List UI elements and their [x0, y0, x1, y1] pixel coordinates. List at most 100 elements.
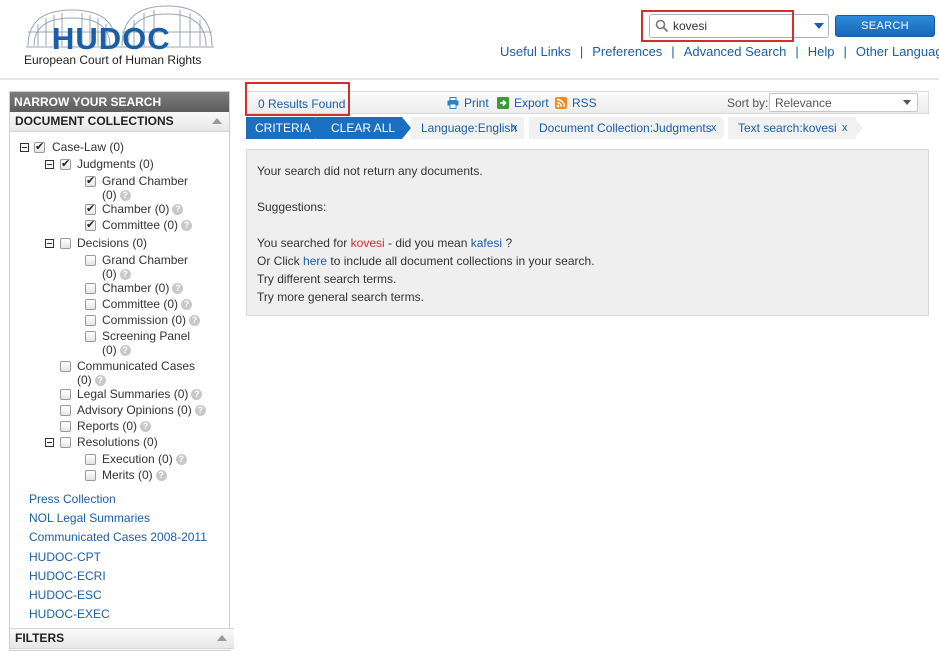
tree-label-resolutions-merits: Merits (0)?: [102, 468, 167, 482]
collapse-tree-icon[interactable]: [20, 143, 29, 152]
criteria-crumb-text-search: Text search:kovesi x: [728, 117, 856, 139]
print-button[interactable]: Print: [447, 96, 489, 110]
sort-label: Sort by:: [727, 96, 769, 110]
help-icon[interactable]: ?: [119, 190, 131, 202]
checkbox-legal-summaries[interactable]: [60, 389, 71, 400]
link-nol-legal-summaries[interactable]: NOL Legal Summaries: [29, 511, 150, 525]
tree-label-decisions-grand-chamber: Grand Chamber: [102, 253, 189, 267]
checkbox-case-law[interactable]: [34, 140, 45, 153]
suggestions-heading: Suggestions:: [257, 200, 327, 214]
export-button[interactable]: Export: [497, 96, 549, 110]
help-icon[interactable]: ?: [181, 220, 193, 232]
checkbox-judgments-grand-chamber[interactable]: [85, 174, 96, 187]
header-divider: [0, 78, 939, 80]
link-hudoc-exec[interactable]: HUDOC-EXEC: [29, 607, 110, 621]
help-icon[interactable]: ?: [172, 204, 184, 216]
checkbox-decisions-commission[interactable]: [85, 315, 96, 326]
remove-crumb-button[interactable]: x: [711, 117, 717, 139]
tree-label-decisions-chamber: Chamber (0)?: [102, 281, 184, 295]
nav-useful-links[interactable]: Useful Links: [500, 44, 571, 59]
search-button[interactable]: SEARCH: [835, 15, 935, 37]
suggestion-general-terms: Try more general search terms.: [257, 290, 424, 304]
did-you-mean-line: You searched for kovesi - did you mean k…: [257, 236, 513, 250]
nav-help[interactable]: Help: [808, 44, 835, 59]
help-icon[interactable]: ?: [172, 283, 184, 295]
checkbox-judgments-chamber[interactable]: [85, 202, 96, 215]
nav-separator: |: [795, 44, 799, 59]
checkbox-decisions-screening-panel[interactable]: [85, 331, 96, 342]
help-icon[interactable]: ?: [191, 389, 203, 401]
filters-title: FILTERS: [15, 631, 65, 645]
checkbox-reports[interactable]: [60, 421, 71, 432]
checkbox-judgments-committee[interactable]: [85, 218, 96, 231]
checkbox-resolutions-execution[interactable]: [85, 454, 96, 465]
tree-label-decisions-commission: Commission (0)?: [102, 313, 201, 327]
checkbox-advisory-opinions[interactable]: [60, 405, 71, 416]
collapse-tree-icon[interactable]: [45, 160, 54, 169]
clear-all-button[interactable]: CLEAR ALL: [316, 117, 402, 139]
help-icon[interactable]: ?: [119, 345, 131, 357]
crumb-label: Text search:kovesi: [738, 121, 837, 135]
link-hudoc-cpt[interactable]: HUDOC-CPT: [29, 550, 101, 564]
sort-select[interactable]: Relevance: [769, 93, 918, 112]
nav-separator: |: [579, 44, 584, 59]
link-hudoc-ecri[interactable]: HUDOC-ECRI: [29, 569, 106, 583]
rss-button[interactable]: RSS: [555, 96, 597, 110]
help-icon[interactable]: ?: [194, 405, 206, 417]
help-icon[interactable]: ?: [119, 269, 131, 281]
checkbox-decisions[interactable]: [60, 238, 71, 249]
help-icon[interactable]: ?: [140, 421, 152, 433]
remove-crumb-button[interactable]: x: [512, 117, 518, 139]
criteria-bar: CRITERIA CLEAR ALL Language:English x Do…: [246, 117, 929, 139]
help-icon[interactable]: ?: [94, 375, 106, 387]
collections-tree: Case-Law (0) Judgments (0) Grand Chamber…: [10, 92, 229, 492]
checkbox-decisions-committee[interactable]: [85, 299, 96, 310]
nav-separator: |: [843, 44, 847, 59]
tree-label-resolutions: Resolutions (0): [77, 435, 158, 449]
collapse-tree-icon[interactable]: [45, 438, 54, 447]
suggestion-link[interactable]: kafesi: [471, 236, 502, 250]
search-highlight-box: [641, 10, 794, 42]
searched-term: kovesi: [350, 236, 385, 250]
checkbox-communicated-cases[interactable]: [60, 361, 71, 372]
checkbox-resolutions-merits[interactable]: [85, 470, 96, 481]
print-label: Print: [464, 96, 489, 110]
tree-label-judgments: Judgments (0): [77, 157, 154, 171]
checkbox-judgments[interactable]: [60, 157, 71, 170]
sort-value: Relevance: [775, 96, 832, 110]
print-icon: [447, 97, 459, 109]
tree-label-decisions-screening-panel: Screening Panel: [102, 329, 191, 343]
checkbox-decisions-grand-chamber[interactable]: [85, 255, 96, 266]
rss-icon: [555, 97, 567, 109]
no-results-panel: Your search did not return any documents…: [246, 149, 929, 316]
checkbox-decisions-chamber[interactable]: [85, 283, 96, 294]
chevron-down-icon[interactable]: [814, 23, 824, 29]
crumb-label: Language:English: [421, 121, 518, 135]
nav-preferences[interactable]: Preferences: [592, 44, 662, 59]
hudoc-logo[interactable]: HUDOC European Court of Human Rights: [22, 2, 217, 68]
nav-advanced-search[interactable]: Advanced Search: [684, 44, 787, 59]
link-communicated-cases-2008-2011[interactable]: Communicated Cases 2008-2011: [29, 530, 207, 544]
here-link[interactable]: here: [303, 254, 327, 268]
help-icon[interactable]: ?: [181, 299, 193, 311]
checkbox-resolutions[interactable]: [60, 437, 71, 448]
tree-label-resolutions-execution: Execution (0)?: [102, 452, 187, 466]
remove-crumb-button[interactable]: x: [842, 117, 848, 139]
link-press-collection[interactable]: Press Collection: [29, 492, 116, 506]
tree-label-communicated-cases: Communicated Cases: [77, 359, 196, 373]
tree-label-judgments-chamber: Chamber (0)?: [102, 202, 184, 216]
help-icon[interactable]: ?: [155, 470, 167, 482]
help-icon[interactable]: ?: [189, 315, 201, 327]
collapse-tree-icon[interactable]: [45, 239, 54, 248]
criteria-label: CRITERIA: [246, 117, 316, 139]
rss-label: RSS: [572, 96, 597, 110]
criteria-crumb-document-collection: Document Collection:Judgments x: [529, 117, 724, 139]
help-icon[interactable]: ?: [175, 454, 187, 466]
collapse-icon[interactable]: [217, 635, 227, 641]
filters-header[interactable]: FILTERS: [10, 628, 234, 649]
nav-other-languages[interactable]: Other Languages: [856, 44, 939, 59]
criteria-crumb-language: Language:English x: [411, 117, 524, 139]
tree-label-reports: Reports (0)?: [77, 419, 152, 433]
include-all-line: Or Click here to include all document co…: [257, 254, 595, 268]
link-hudoc-esc[interactable]: HUDOC-ESC: [29, 588, 102, 602]
